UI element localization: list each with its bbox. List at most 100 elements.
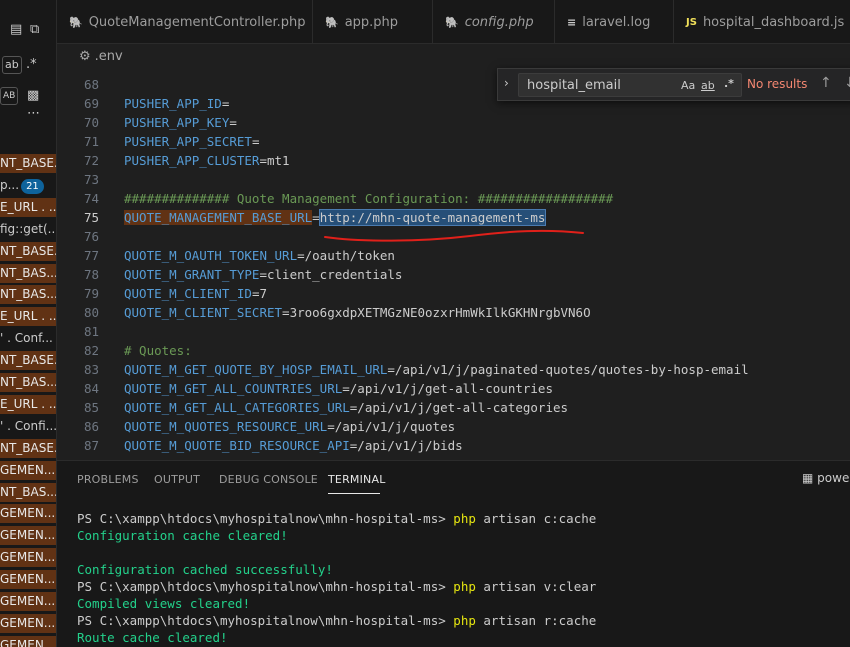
search-result-item[interactable]: NT_BAS...: [0, 285, 56, 304]
search-result-item[interactable]: GEMEN...: [0, 636, 56, 647]
chevron-right-icon[interactable]: ›: [504, 76, 509, 90]
more-actions-icon[interactable]: ⋯: [27, 106, 40, 121]
terminal-icon: ▦: [802, 471, 814, 485]
code-line[interactable]: 80 QUOTE_M_CLIENT_SECRET=3roo6gxdpXETMGzN…: [57, 303, 850, 322]
code-line[interactable]: 86 QUOTE_M_QUOTES_RESOURCE_URL=/api/v1/j/…: [57, 417, 850, 436]
match-whole-word-toggle[interactable]: ab: [701, 79, 715, 92]
env-key: PUSHER_APP_KEY: [124, 115, 230, 130]
terminal-shell-selector[interactable]: ▦ power: [802, 471, 850, 485]
arrow-up-icon[interactable]: ↑: [820, 75, 832, 91]
search-result-item[interactable]: NT_BASE...: [0, 242, 56, 261]
regex-toggle[interactable]: .*: [724, 77, 734, 90]
code-line[interactable]: 82 # Quotes:: [57, 341, 850, 360]
tab-output[interactable]: OUTPUT: [154, 473, 200, 486]
tab-hospital-dashboard-js[interactable]: JS hospital_dashboard.js: [674, 0, 850, 44]
search-result-item[interactable]: p... 21: [0, 176, 56, 195]
tab-terminal[interactable]: TERMINAL: [328, 473, 386, 486]
log-icon: ≡: [567, 15, 577, 29]
search-result-text: E_URL . ...: [0, 200, 57, 214]
search-result-item[interactable]: NT_BAS...: [0, 264, 56, 283]
code-line[interactable]: 72 PUSHER_APP_CLUSTER=mt1: [57, 151, 850, 170]
code-line[interactable]: 83 QUOTE_M_GET_QUOTE_BY_HOSP_EMAIL_URL=/a…: [57, 360, 850, 379]
search-result-item[interactable]: E_URL . ...: [0, 307, 56, 326]
php-icon: 🐘: [445, 15, 459, 29]
find-widget: › Aa ab .* No results ↑ ↓: [497, 68, 850, 101]
line-number: 81: [83, 324, 99, 339]
terminal-prompt: PS C:\xampp\htdocs\myhospitalnow\mhn-hos…: [77, 579, 454, 594]
search-result-item[interactable]: NT_BASE...: [0, 439, 56, 458]
search-result-item[interactable]: GEMEN...: [0, 592, 56, 611]
search-result-item[interactable]: GEMEN...: [0, 461, 56, 480]
find-input[interactable]: [519, 74, 675, 96]
search-result-item[interactable]: NT_BAS...: [0, 373, 57, 392]
code-line[interactable]: 71 PUSHER_APP_SECRET=: [57, 132, 850, 151]
js-icon: JS: [686, 16, 697, 28]
search-result-item[interactable]: E_URL . ...: [0, 198, 57, 217]
code-line[interactable]: 77 QUOTE_M_OAUTH_TOKEN_URL=/oauth/token: [57, 246, 850, 265]
search-result-text: NT_BASE...: [0, 441, 56, 455]
code-line[interactable]: 85 QUOTE_M_GET_ALL_CATEGORIES_URL=/api/v1…: [57, 398, 850, 417]
code-line[interactable]: 78 QUOTE_M_GRANT_TYPE=client_credentials: [57, 265, 850, 284]
code-line[interactable]: 87 QUOTE_M_QUOTE_BID_RESOURCE_API=/api/v1…: [57, 436, 850, 455]
code-text: QUOTE_M_GET_QUOTE_BY_HOSP_EMAIL_URL=/api…: [124, 360, 749, 379]
search-result-item[interactable]: GEMEN...: [0, 526, 56, 545]
arrow-down-icon[interactable]: ↓: [844, 75, 850, 91]
code-line[interactable]: 84 QUOTE_M_GET_ALL_COUNTRIES_URL=/api/v1/…: [57, 379, 850, 398]
terminal-command-name: php: [453, 579, 476, 594]
terminal-command-name: php: [453, 613, 476, 628]
tab-app-php[interactable]: 🐘 app.php: [313, 0, 433, 44]
search-result-item[interactable]: NT_BASE...: [0, 154, 56, 173]
code-line[interactable]: 76: [57, 227, 850, 246]
env-key: QUOTE_M_GET_QUOTE_BY_HOSP_EMAIL_URL: [124, 362, 388, 377]
search-result-text: ' . Conf...: [0, 331, 53, 345]
search-result-item[interactable]: GEMEN...: [0, 570, 56, 589]
search-result-item[interactable]: GEMEN...: [0, 504, 56, 523]
terminal-line: Configuration cache cleared!: [77, 527, 596, 544]
terminal-command-args: artisan c:cache: [475, 511, 597, 526]
tab-quote-management-controller[interactable]: 🐘 QuoteManagementController.php: [57, 0, 313, 44]
search-result-item[interactable]: GEMEN...: [0, 614, 56, 633]
match-word-toggle[interactable]: ab: [2, 56, 22, 74]
terminal-line: Route cache cleared!: [77, 629, 596, 646]
search-result-text: fig::get(...: [0, 222, 57, 236]
search-result-text: NT_BAS...: [0, 375, 57, 389]
search-result-item[interactable]: fig::get(...: [0, 220, 57, 239]
code-text: PUSHER_APP_ID=: [124, 94, 229, 113]
line-number: 86: [83, 419, 99, 434]
code-editor[interactable]: 68 69 PUSHER_APP_ID= 70 PUSHER_APP_KEY= 71 PUS…: [57, 70, 850, 460]
search-result-item[interactable]: E_URL . ...: [0, 395, 56, 414]
env-key: PUSHER_APP_SECRET: [124, 134, 252, 149]
tab-laravel-log[interactable]: ≡ laravel.log: [555, 0, 674, 44]
new-window-icon[interactable]: ⧉: [30, 22, 39, 37]
search-result-text: GEMEN...: [0, 572, 56, 586]
preserve-case-toggle[interactable]: AB: [0, 87, 19, 105]
search-result-item[interactable]: ' . Confi...: [0, 417, 56, 436]
code-line[interactable]: 79 QUOTE_M_CLIENT_ID=7: [57, 284, 850, 303]
search-result-text: GEMEN...: [0, 550, 56, 564]
line-number: 84: [83, 381, 99, 396]
code-line[interactable]: 75 QUOTE_MANAGEMENT_BASE_URL=http://mhn-q…: [57, 208, 850, 227]
layout-icon[interactable]: ▤: [10, 22, 22, 37]
code-line[interactable]: 74 ############## Quote Management Config…: [57, 189, 850, 208]
search-result-item[interactable]: NT_BASE...: [0, 351, 56, 370]
line-number: 83: [83, 362, 99, 377]
search-result-item[interactable]: GEMEN...: [0, 548, 56, 567]
tab-debug-console[interactable]: DEBUG CONSOLE: [219, 473, 318, 486]
breadcrumb-file[interactable]: .env: [95, 49, 123, 64]
regex-icon[interactable]: .*: [26, 57, 37, 72]
line-number: 80: [83, 305, 99, 320]
env-value: =7: [251, 286, 267, 301]
code-line[interactable]: 70 PUSHER_APP_KEY=: [57, 113, 850, 132]
code-line[interactable]: 73: [57, 170, 850, 189]
replace-all-icon[interactable]: ▩: [27, 88, 39, 103]
code-line[interactable]: 81: [57, 322, 850, 341]
tab-config-php[interactable]: 🐘 config.php: [433, 0, 555, 44]
line-number: 68: [83, 77, 99, 92]
match-case-toggle[interactable]: Aa: [681, 79, 695, 92]
search-result-item[interactable]: ' . Conf...: [0, 329, 56, 348]
line-number: 69: [83, 96, 99, 111]
tab-problems[interactable]: PROBLEMS: [77, 473, 139, 486]
terminal-output[interactable]: PS C:\xampp\htdocs\myhospitalnow\mhn-hos…: [77, 510, 596, 646]
search-result-item[interactable]: NT_BAS...: [0, 483, 56, 502]
